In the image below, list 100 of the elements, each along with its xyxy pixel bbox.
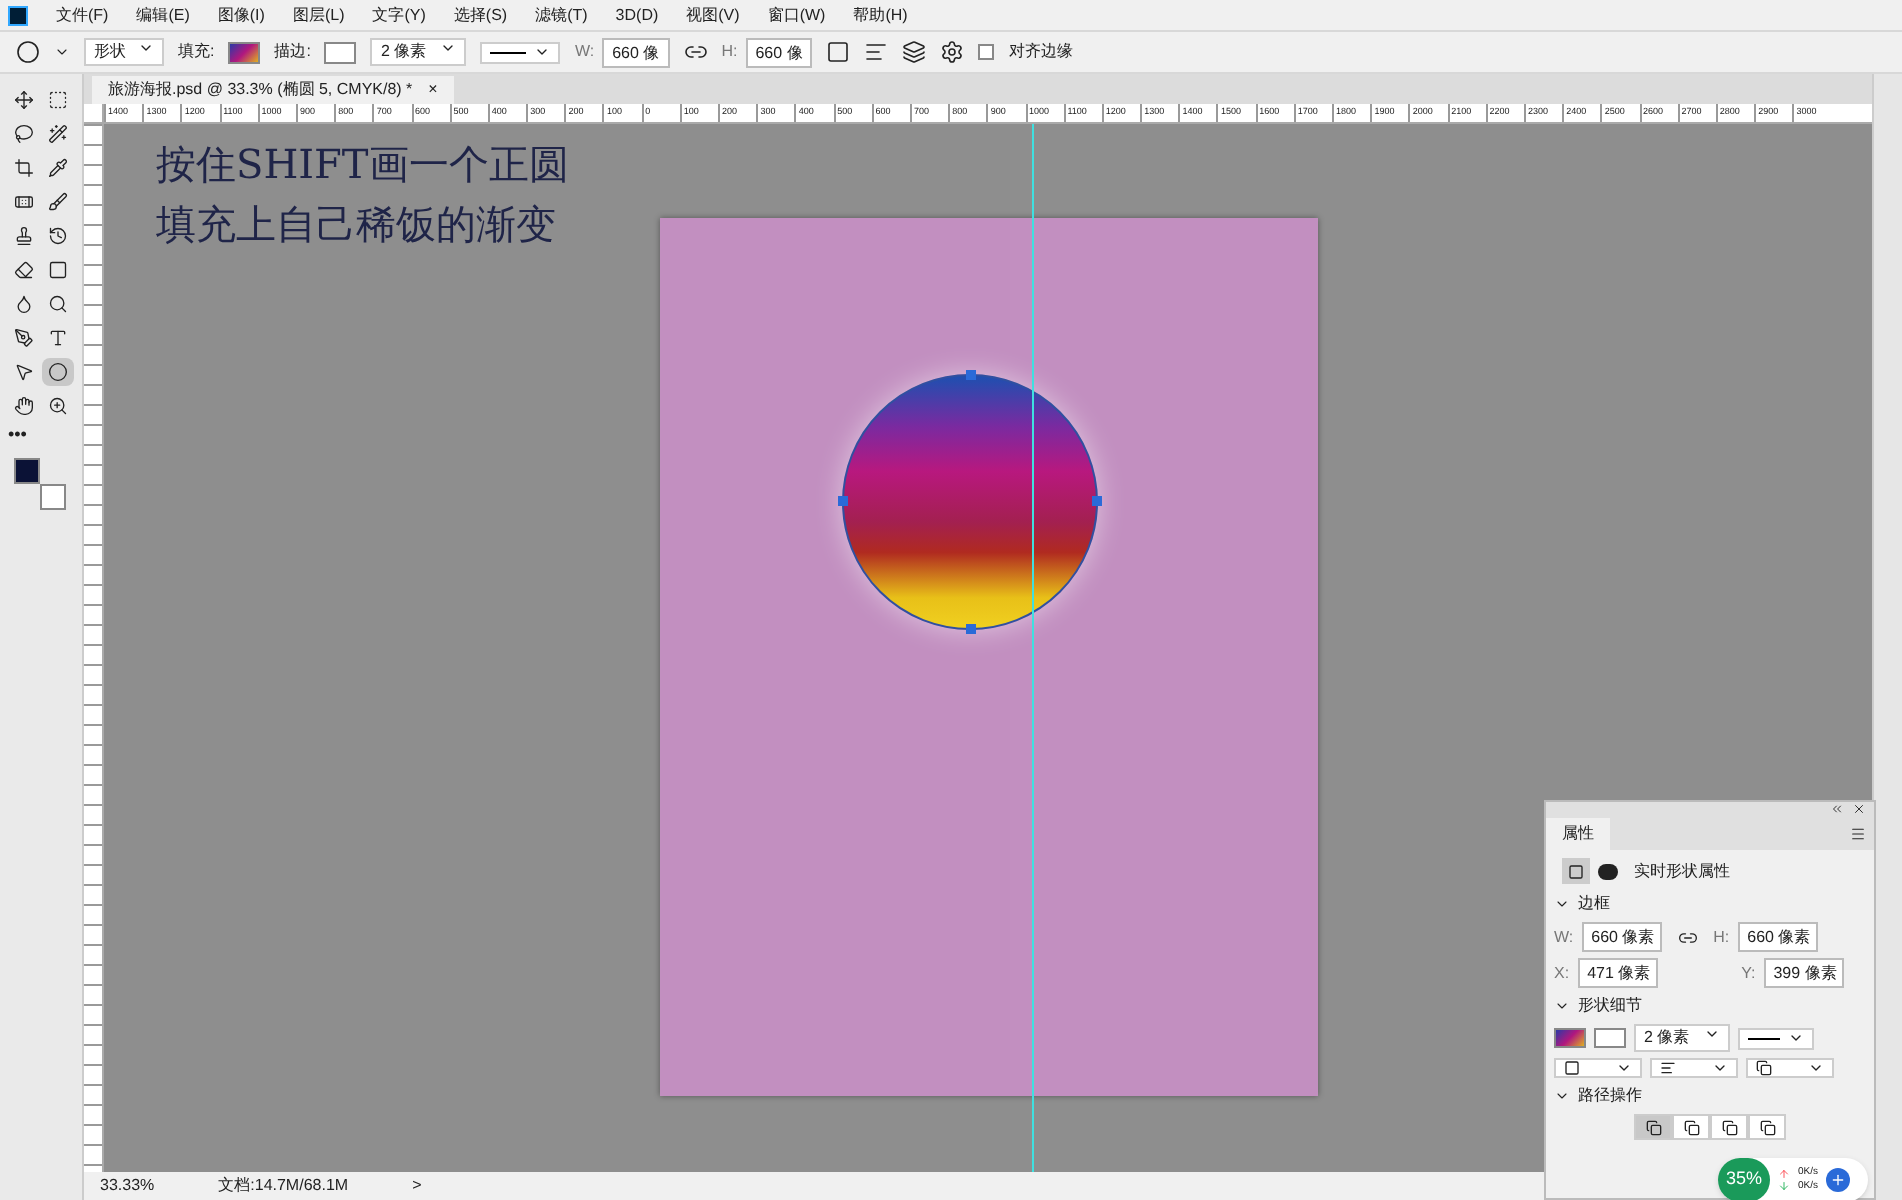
menu-item[interactable]: 选择(S): [453, 3, 508, 27]
path-operation-button[interactable]: [1634, 1114, 1672, 1140]
caret-icon: [54, 44, 70, 60]
more-tools-button[interactable]: •••: [8, 426, 74, 444]
width-field[interactable]: 660 像: [602, 37, 670, 67]
fill-gradient-swatch[interactable]: [228, 41, 261, 63]
menu-item[interactable]: 图层(L): [292, 3, 345, 27]
pointer-icon: [14, 362, 34, 382]
height-field[interactable]: 660 像素: [1737, 922, 1818, 952]
overlap-squares-icon: [1759, 1119, 1775, 1135]
mode-select[interactable]: 形状: [84, 38, 164, 66]
lasso-icon: [14, 124, 34, 144]
tool-button[interactable]: [41, 358, 73, 386]
background-color-swatch[interactable]: [40, 484, 66, 510]
foreground-color-swatch[interactable]: [14, 458, 40, 484]
field-label: H:: [1713, 925, 1730, 949]
canvas-note-text: 按住SHIFT画一个正圆: [156, 144, 569, 184]
path-alignment-icon: [864, 40, 889, 64]
download-icon: [1778, 1180, 1790, 1192]
add-button[interactable]: [1826, 1168, 1851, 1192]
brush-icon: [47, 192, 67, 212]
app-logo-icon: [8, 5, 28, 25]
bandage-icon: [14, 192, 34, 212]
history-brush-icon: [47, 226, 67, 246]
document-size: 文档:14.7M/68.1M: [218, 1174, 349, 1198]
menu-item[interactable]: 文件(F): [56, 3, 109, 27]
caret-icon: [138, 40, 154, 56]
marquee-icon: [47, 90, 67, 110]
caret-icon: [440, 40, 457, 56]
menu-item[interactable]: 图像(I): [217, 3, 265, 27]
stroke-swatch[interactable]: [1594, 1028, 1626, 1048]
stroke-width-select[interactable]: 2 像素: [1634, 1024, 1730, 1052]
stroke-option-select[interactable]: [1746, 1058, 1834, 1078]
stroke-label: 描边:: [274, 40, 311, 64]
align-icon: [1660, 1060, 1676, 1076]
magic-wand-icon: [47, 124, 67, 144]
stroke-swatch[interactable]: [324, 41, 357, 63]
section-title: 路径操作: [1578, 1084, 1642, 1108]
menu-item[interactable]: 文字(Y): [372, 3, 426, 27]
stroke-width-select[interactable]: 2 像素: [370, 38, 467, 66]
upload-icon: [1778, 1168, 1790, 1180]
field-label: Y:: [1741, 961, 1756, 985]
plus-icon: [1830, 1172, 1847, 1188]
overlap-squares-icon: [1721, 1119, 1737, 1135]
section-title: 形状细节: [1578, 994, 1642, 1018]
close-tab-button[interactable]: ×: [428, 78, 438, 102]
menu-icon: [1850, 826, 1866, 842]
field-label: H:: [721, 40, 738, 64]
canvas-note-text: 填充上自己稀饭的渐变: [156, 204, 556, 244]
align-edges-checkbox[interactable]: [978, 44, 995, 60]
stroke-option-select[interactable]: [1650, 1058, 1738, 1078]
link-icon: [1677, 927, 1698, 947]
field-label: W:: [574, 40, 595, 64]
menu-item[interactable]: 3D(D): [615, 3, 659, 27]
droplet-icon: [14, 294, 34, 314]
caret-icon: [1616, 1060, 1632, 1076]
expand-icon: [1554, 998, 1570, 1014]
menu-item[interactable]: 帮助(H): [853, 3, 908, 27]
path-operation-button[interactable]: [1672, 1114, 1710, 1140]
height-field[interactable]: 660 像: [745, 37, 813, 67]
document-tab[interactable]: 旅游海报.psd @ 33.3% (椭圆 5, CMYK/8) * ×: [92, 76, 454, 104]
path-operation-button[interactable]: [1710, 1114, 1748, 1140]
field-label: W:: [1554, 925, 1574, 949]
stroke-style-select[interactable]: [1738, 1027, 1814, 1049]
cpu-usage-badge: 35%: [1718, 1158, 1770, 1200]
crop-icon: [14, 158, 34, 178]
eraser-icon: [14, 260, 34, 280]
path-operation-button[interactable]: [1748, 1114, 1786, 1140]
menu-item[interactable]: 窗口(W): [767, 3, 826, 27]
checkbox-label: 对齐边缘: [1008, 40, 1073, 64]
stroke-option-select[interactable]: [1554, 1058, 1642, 1078]
menu-item[interactable]: 视图(V): [686, 3, 740, 27]
shape-properties-button[interactable]: [1562, 858, 1590, 884]
caret-icon: [1712, 1060, 1728, 1076]
link-icon: [683, 40, 708, 64]
ellipse-tool-icon: [16, 40, 40, 64]
field-label: X:: [1554, 961, 1570, 985]
ellipse-icon: [47, 362, 67, 382]
width-field[interactable]: 660 像素: [1581, 922, 1662, 952]
y-field[interactable]: 399 像素: [1763, 958, 1844, 988]
square-icon: [1568, 863, 1584, 879]
eyedropper-icon: [47, 158, 67, 178]
panel-tab[interactable]: 属性: [1546, 818, 1610, 850]
menu-item[interactable]: 滤镜(T): [535, 3, 588, 27]
collapse-icon: [1830, 802, 1844, 816]
menu-item[interactable]: 编辑(E): [136, 3, 190, 27]
pen-icon: [14, 328, 34, 348]
fill-label: 填充:: [178, 40, 215, 64]
stroke-style-select[interactable]: [480, 41, 561, 63]
zoom-level: 33.33%: [100, 1174, 155, 1198]
hand-icon: [14, 396, 34, 416]
section-title: 边框: [1578, 892, 1610, 916]
caret-icon: [1704, 1026, 1720, 1042]
stamp-icon: [14, 226, 34, 246]
x-field[interactable]: 471 像素: [1577, 958, 1658, 988]
fill-gradient-swatch[interactable]: [1554, 1028, 1586, 1048]
mask-icon[interactable]: [1598, 863, 1618, 879]
expand-icon: [1554, 1088, 1570, 1104]
square-icon: [47, 260, 67, 280]
status-arrow[interactable]: >: [412, 1174, 422, 1198]
